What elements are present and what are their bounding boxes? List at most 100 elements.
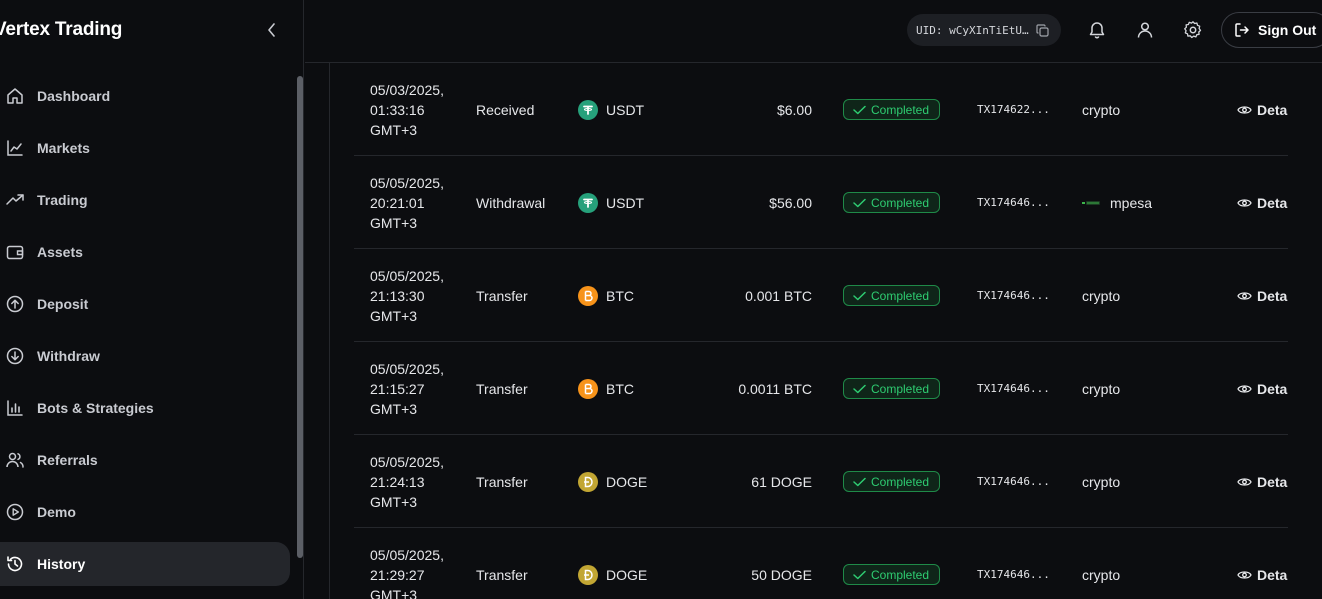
copy-icon[interactable]	[1034, 22, 1050, 38]
date-cell: 05/05/2025, 21:13:30 GMT+3	[370, 267, 444, 324]
status-badge: Completed	[843, 564, 941, 585]
table-row: 05/05/2025, 21:29:27 GMT+3 Transfer DOGE 50 D…	[354, 528, 1288, 599]
details-button[interactable]: Details	[1237, 156, 1288, 249]
eye-icon	[1237, 476, 1252, 488]
notifications-bell-icon[interactable]	[1086, 19, 1108, 41]
transactions-table: 05/03/2025, 01:33:16 GMT+3 Received USDT $6.0…	[354, 63, 1288, 599]
details-button[interactable]: Details	[1237, 435, 1288, 528]
sidebar-item-label: Withdraw	[37, 348, 100, 364]
wallet-icon	[5, 242, 25, 262]
method-label: crypto	[1082, 287, 1121, 304]
type-cell: Transfer	[476, 380, 528, 397]
method-label: mpesa	[1110, 194, 1153, 211]
tx-id-cell: TX174622...	[977, 103, 1050, 116]
asset-cell: BTC	[578, 249, 634, 342]
details-button[interactable]: Details	[1237, 528, 1288, 599]
method-cell: mpesa	[1082, 156, 1152, 249]
usdt-icon	[578, 99, 598, 120]
asset-label: USDT	[606, 101, 645, 118]
status-badge: Completed	[843, 192, 941, 213]
sidebar-item-bots-strategies[interactable]: Bots & Strategies	[0, 386, 290, 430]
uid-value: wCyXInTiEtU…	[949, 23, 1029, 37]
asset-cell: DOGE	[578, 435, 647, 528]
sidebar-item-history[interactable]: History	[0, 542, 290, 586]
uid-pill[interactable]: UID: wCyXInTiEtU…	[907, 14, 1061, 46]
sidebar-nav: Dashboard Markets Trading Assets Deposit With…	[0, 74, 290, 594]
check-icon	[853, 384, 866, 394]
sidebar-item-referrals[interactable]: Referrals	[0, 438, 290, 482]
arrow-up-circle-icon	[5, 294, 25, 314]
status-badge: Completed	[843, 471, 941, 492]
details-label: Details	[1257, 566, 1288, 583]
doge-icon	[578, 471, 598, 492]
settings-gear-icon[interactable]	[1182, 19, 1204, 41]
sidebar-scrollbar[interactable]	[297, 76, 303, 599]
sidebar: Vertex Trading Dashboard Markets Trading As…	[0, 0, 304, 599]
check-icon	[853, 105, 866, 115]
details-label: Details	[1257, 473, 1288, 490]
details-button[interactable]: Details	[1237, 342, 1288, 435]
check-icon	[853, 477, 866, 487]
brand-title: Vertex Trading	[0, 19, 123, 40]
tx-id-cell: TX174646...	[977, 475, 1050, 488]
type-cell: Received	[476, 101, 535, 118]
sign-out-label: Sign Out	[1258, 22, 1317, 38]
details-button[interactable]: Details	[1237, 249, 1288, 342]
table-row: 05/05/2025, 21:24:13 GMT+3 Transfer DOGE 61 D…	[354, 435, 1288, 528]
user-profile-icon[interactable]	[1134, 19, 1156, 41]
eye-icon	[1237, 197, 1252, 209]
check-icon	[853, 198, 866, 208]
sidebar-item-label: Trading	[37, 192, 88, 208]
uid-label: UID: wCyXInTiEtU…	[916, 23, 1029, 37]
status-cell: Completed	[843, 63, 941, 156]
asset-label: DOGE	[606, 473, 648, 490]
eye-icon	[1237, 383, 1252, 395]
method-cell: crypto	[1082, 528, 1120, 599]
asset-label: BTC	[606, 287, 634, 304]
arrow-down-circle-icon	[5, 346, 25, 366]
doge-icon	[578, 564, 598, 585]
date-cell: 05/05/2025, 21:24:13 GMT+3	[370, 453, 444, 510]
sidebar-item-withdraw[interactable]: Withdraw	[0, 334, 290, 378]
eye-icon	[1237, 290, 1252, 302]
chevron-left-icon	[268, 23, 275, 37]
sidebar-item-label: Assets	[37, 244, 83, 260]
status-badge: Completed	[843, 285, 941, 306]
sidebar-item-label: Bots & Strategies	[37, 400, 154, 416]
date-cell: 05/03/2025, 01:33:16 GMT+3	[370, 81, 444, 138]
history-icon	[5, 554, 25, 574]
collapse-sidebar-button[interactable]	[262, 19, 282, 41]
details-button[interactable]: Details	[1237, 63, 1288, 156]
sign-out-button[interactable]: Sign Out	[1221, 12, 1322, 48]
sidebar-scrollbar-thumb[interactable]	[297, 76, 303, 558]
sidebar-item-deposit[interactable]: Deposit	[0, 282, 290, 326]
table-row: 05/03/2025, 01:33:16 GMT+3 Received USDT $6.0…	[354, 63, 1288, 156]
sidebar-item-label: Deposit	[37, 296, 89, 312]
asset-label: USDT	[606, 194, 645, 211]
sidebar-item-markets[interactable]: Markets	[0, 126, 290, 170]
history-content: 05/03/2025, 01:33:16 GMT+3 Received USDT $6.0…	[329, 63, 1322, 599]
type-cell: Transfer	[476, 287, 528, 304]
table-row: 05/05/2025, 21:15:27 GMT+3 Transfer BTC 0.001…	[354, 342, 1288, 435]
play-circle-icon	[5, 502, 25, 522]
amount-cell: 0.001 BTC	[745, 287, 812, 304]
asset-cell: BTC	[578, 342, 634, 435]
usdt-icon	[578, 192, 598, 213]
type-cell: Transfer	[476, 473, 528, 490]
details-label: Details	[1257, 194, 1288, 211]
btc-icon	[578, 285, 598, 306]
asset-label: DOGE	[606, 566, 648, 583]
btc-icon	[578, 378, 598, 399]
status-badge: Completed	[843, 99, 941, 120]
status-cell: Completed	[843, 528, 941, 599]
sidebar-item-assets[interactable]: Assets	[0, 230, 290, 274]
status-badge: Completed	[843, 378, 941, 399]
amount-cell: 61 DOGE	[751, 473, 812, 490]
status-cell: Completed	[843, 156, 941, 249]
sidebar-item-label: Dashboard	[37, 88, 111, 104]
users-icon	[5, 450, 25, 470]
sidebar-item-demo[interactable]: Demo	[0, 490, 290, 534]
sidebar-item-trading[interactable]: Trading	[0, 178, 290, 222]
tx-id-cell: TX174646...	[977, 382, 1050, 395]
sidebar-item-dashboard[interactable]: Dashboard	[0, 74, 290, 118]
